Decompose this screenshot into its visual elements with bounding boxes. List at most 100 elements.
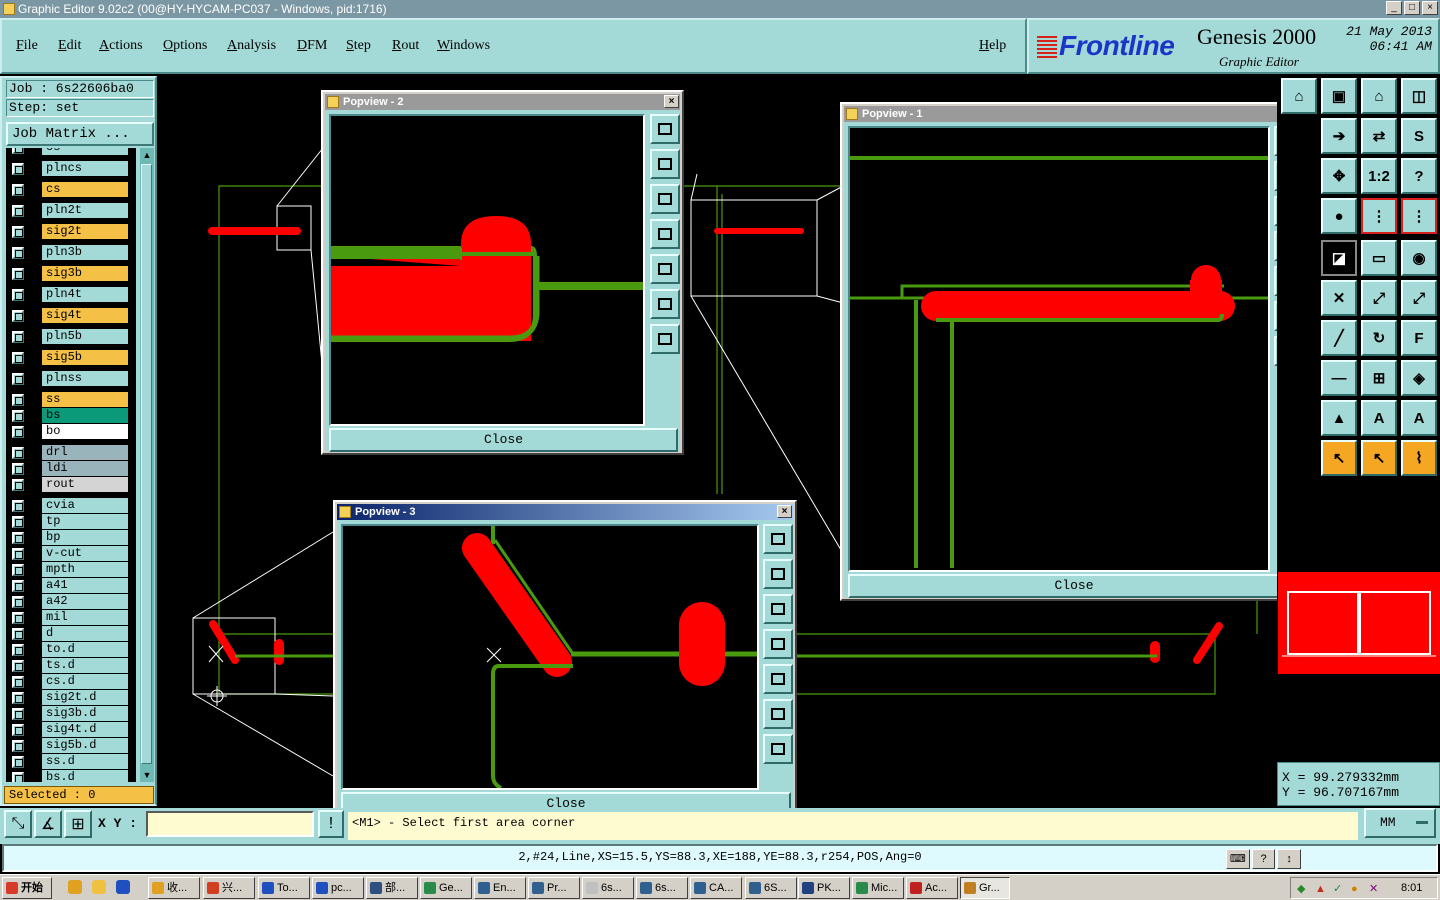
layer-checkbox[interactable] [12, 548, 24, 560]
layer-name[interactable]: pln2t [42, 203, 128, 218]
help-icon[interactable]: ? [1251, 849, 1276, 869]
popview-pan-up-button[interactable] [763, 559, 793, 589]
layer-name[interactable]: v-cut [42, 546, 128, 561]
layer-checkbox[interactable] [12, 289, 24, 301]
popview-3-close-icon[interactable]: × [777, 505, 792, 518]
layer-row[interactable]: ss.d [6, 754, 136, 769]
triangle-icon[interactable]: ▲ [1321, 400, 1357, 436]
measure-icon[interactable]: ⤢ [1361, 280, 1397, 316]
layer-checkbox[interactable] [12, 447, 24, 459]
home-icon[interactable]: ⌂ [1281, 78, 1317, 114]
exclamation-icon[interactable]: ! [318, 810, 344, 838]
monitor-icon[interactable]: ▣ [1321, 78, 1357, 114]
layer-name[interactable]: plnss [42, 371, 128, 386]
layer-row[interactable]: sig2t.d [6, 690, 136, 705]
layer-name[interactable]: ldi [42, 461, 128, 476]
popview-1-view[interactable] [848, 126, 1270, 572]
menu-options[interactable]: Options [163, 38, 207, 54]
layer-name[interactable]: sig5b [42, 350, 128, 365]
layer-row[interactable]: cvia [6, 498, 136, 513]
layer-checkbox[interactable] [12, 612, 24, 624]
pan-right-icon[interactable]: ➔ [1321, 118, 1357, 154]
layer-name[interactable]: sig4t [42, 308, 128, 323]
layer-scrollbar[interactable]: ▲ ▼ [140, 148, 154, 782]
taskbar-item[interactable]: 6s... [636, 877, 688, 899]
layer-name[interactable]: cs [42, 182, 128, 197]
route-icon[interactable]: ⌇ [1401, 440, 1437, 476]
xy-input[interactable] [146, 811, 314, 837]
layer-name[interactable]: cs [42, 148, 128, 155]
layer-name[interactable]: sig2t [42, 224, 128, 239]
tray-icon[interactable]: ▲ [1315, 879, 1326, 899]
line-icon[interactable]: ╱ [1321, 320, 1357, 356]
taskbar-item[interactable]: 兴... [203, 877, 255, 899]
layer-row[interactable]: a41 [6, 578, 136, 593]
tray-icon[interactable]: ✓ [1333, 879, 1342, 899]
popview-3-title-bar[interactable]: Popview - 3 × [337, 504, 793, 520]
taskbar-item[interactable]: 6S... [745, 877, 797, 899]
layer-row[interactable]: bs [6, 408, 136, 423]
taskbar-item[interactable]: pc... [312, 877, 364, 899]
layer-name[interactable]: cvia [42, 498, 128, 513]
units-selector[interactable]: MM [1364, 808, 1436, 838]
grid-icon[interactable]: ⊞ [64, 810, 92, 838]
layer-name[interactable]: pln3b [42, 245, 128, 260]
layer-checkbox[interactable] [12, 373, 24, 385]
popview-zoom-window-button[interactable] [763, 524, 793, 554]
popview-pan-up-button[interactable] [650, 149, 680, 179]
popview-1-close-button[interactable]: Close [848, 574, 1300, 598]
layer-row[interactable]: d [6, 626, 136, 641]
layer-row[interactable]: sig5b [6, 350, 136, 365]
layer-name[interactable]: mil [42, 610, 128, 625]
stepper-icon[interactable]: ↕ [1277, 849, 1302, 869]
layer-row[interactable]: pln5b [6, 329, 136, 344]
minimize-button[interactable]: _ [1386, 1, 1402, 15]
layer-row[interactable]: pln3b [6, 245, 136, 260]
layer-name[interactable]: d [42, 626, 128, 641]
layer-checkbox[interactable] [12, 740, 24, 752]
layer-checkbox[interactable] [12, 644, 24, 656]
pointer-icon[interactable]: ↖ [1361, 440, 1397, 476]
layer-checkbox[interactable] [12, 463, 24, 475]
popview-2-view[interactable] [329, 114, 645, 426]
layer-name[interactable]: rout [42, 477, 128, 492]
start-button[interactable]: 开始 [2, 877, 52, 899]
layer-name[interactable]: sig5b.d [42, 738, 128, 753]
layer-row[interactable]: pln4t [6, 287, 136, 302]
layer-row[interactable]: bo [6, 424, 136, 439]
select-cursor-icon[interactable]: ↖ [1321, 440, 1357, 476]
popview-pan-left-button[interactable] [763, 629, 793, 659]
taskbar-item[interactable]: To... [258, 877, 310, 899]
quicklaunch-globe-icon[interactable] [116, 880, 130, 894]
layer-name[interactable]: pln4t [42, 287, 128, 302]
popview-1-title-bar[interactable]: Popview - 1 × [844, 106, 1302, 122]
layer-row[interactable]: pln2t [6, 203, 136, 218]
layer-name[interactable]: pln5b [42, 329, 128, 344]
layer-checkbox[interactable] [12, 516, 24, 528]
layer-row[interactable]: sig4t [6, 308, 136, 323]
layer-row[interactable]: mpth [6, 562, 136, 577]
layer-checkbox[interactable] [12, 331, 24, 343]
popview-2-close-icon[interactable]: × [664, 95, 679, 108]
layer-row[interactable]: drl [6, 445, 136, 460]
arc-icon[interactable]: ↻ [1361, 320, 1397, 356]
layer-checkbox[interactable] [12, 500, 24, 512]
layer-name[interactable]: bp [42, 530, 128, 545]
taskbar-item[interactable]: Ge... [420, 877, 472, 899]
fit-icon[interactable]: ✥ [1321, 158, 1357, 194]
layer-checkbox[interactable] [12, 564, 24, 576]
cross-icon[interactable]: ✕ [1321, 280, 1357, 316]
triangle-fill-icon[interactable]: A [1401, 400, 1437, 436]
menu-file[interactable]: File [16, 38, 38, 54]
text-icon[interactable]: F [1401, 320, 1437, 356]
layer-row[interactable]: sig3b [6, 266, 136, 281]
swap-icon[interactable]: ⇄ [1361, 118, 1397, 154]
layer-row[interactable]: rout [6, 477, 136, 492]
layer-name[interactable]: to.d [42, 642, 128, 657]
layer-checkbox[interactable] [12, 708, 24, 720]
layer-name[interactable]: drl [42, 445, 128, 460]
popview-zoom-out-button[interactable] [650, 289, 680, 319]
layer-name[interactable]: sig2t.d [42, 690, 128, 705]
dimension-icon[interactable]: ⊞ [1361, 360, 1397, 396]
minus-icon[interactable]: — [1321, 360, 1357, 396]
